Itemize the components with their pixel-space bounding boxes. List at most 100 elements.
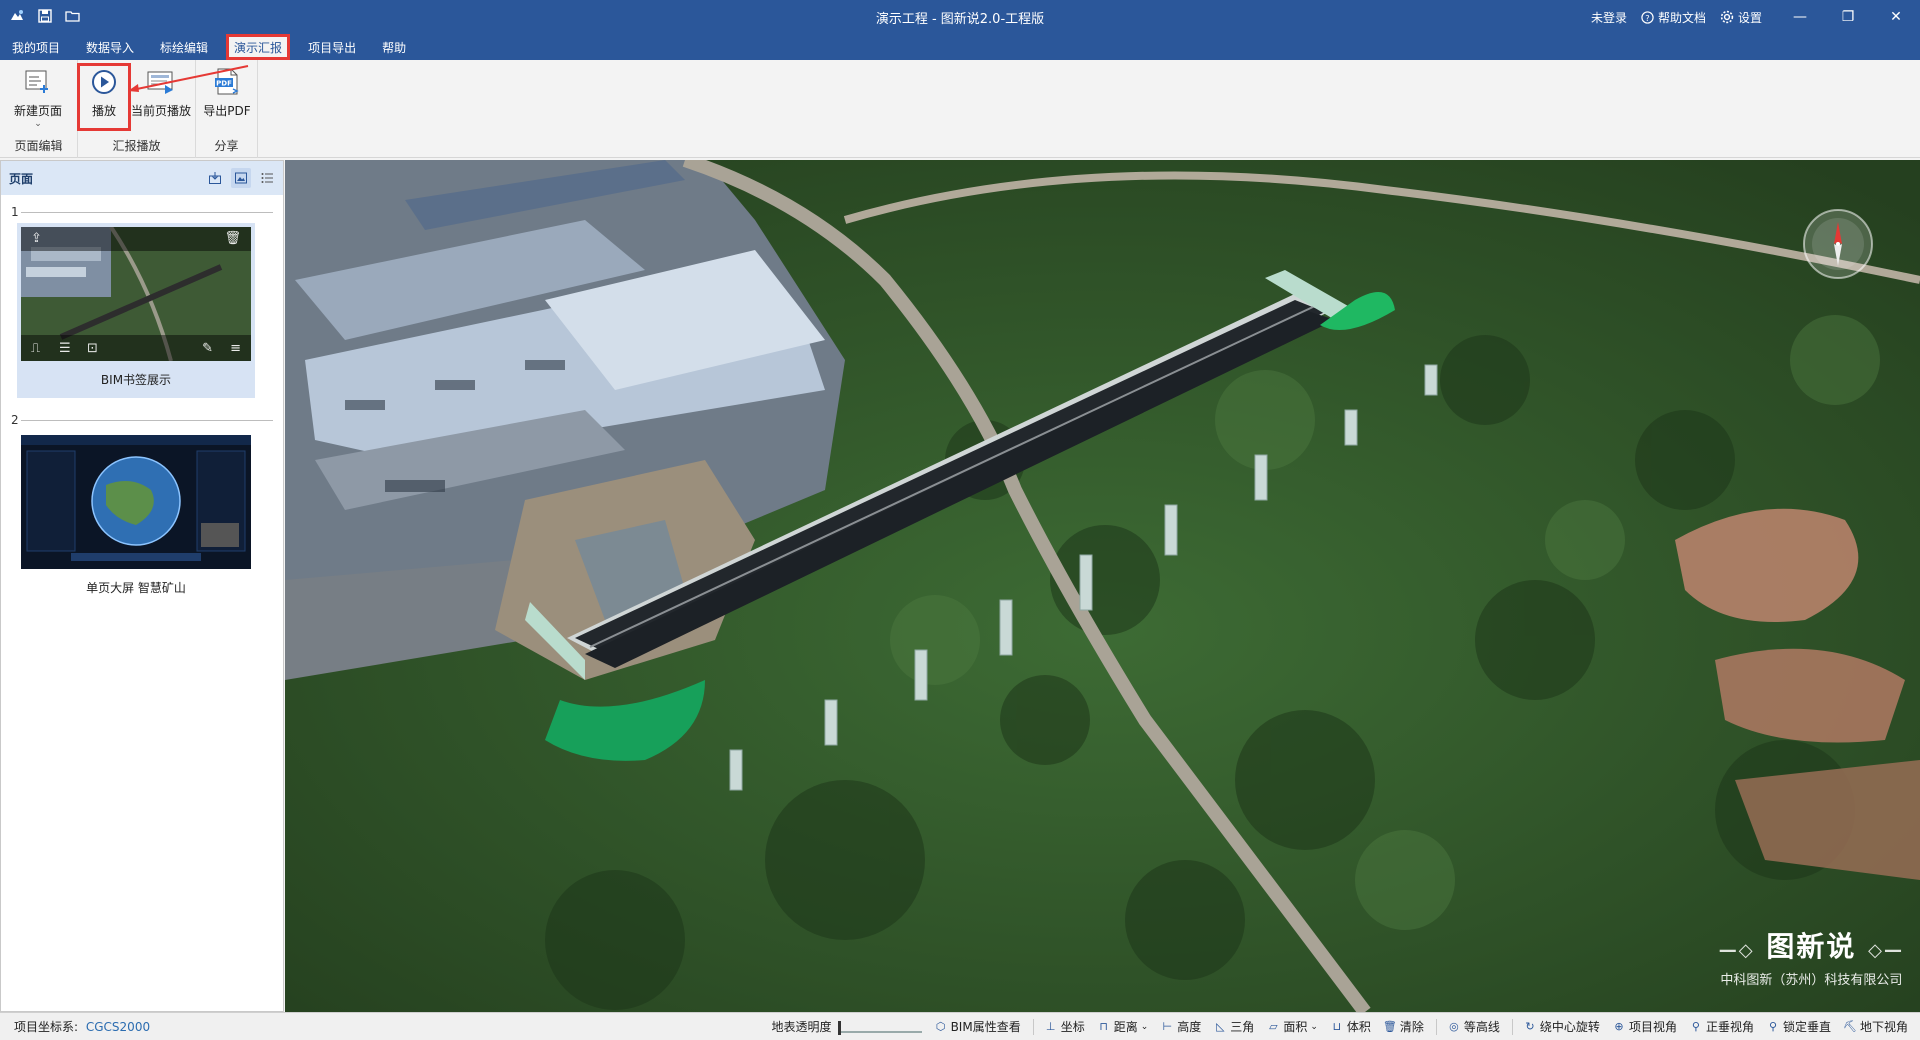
page-card-2[interactable]: 单页大屏 智慧矿山 xyxy=(17,431,255,606)
area-tool[interactable]: ▱ 面积 ⌄ xyxy=(1266,1018,1318,1035)
play-current-page-icon xyxy=(145,66,177,98)
underground-view-tool[interactable]: ⛏ 地下视角 xyxy=(1843,1018,1908,1035)
gear-icon xyxy=(1720,10,1734,24)
more-list-icon[interactable]: ≡ xyxy=(230,341,241,356)
menu-my-projects[interactable]: 我的项目 xyxy=(4,34,68,60)
map-viewport[interactable]: —◇ 图新说 ◇— 中科图新（苏州）科技有限公司 xyxy=(285,160,1920,1012)
export-pdf-label: 导出PDF xyxy=(203,104,251,118)
page-thumbnail[interactable] xyxy=(21,435,251,569)
edit-icon[interactable]: ✎ xyxy=(202,341,213,356)
page-card-1[interactable]: ⇪ 🗑 ⎍ ☰ ⊡ ✎ ≡ BIM书签展示 xyxy=(17,223,255,398)
vertical-view-label: 正垂视角 xyxy=(1705,1020,1754,1034)
new-page-button[interactable]: 新建页面 ⌄ xyxy=(11,66,65,129)
list-view-icon[interactable] xyxy=(257,168,277,188)
watermark-company: 中科图新（苏州）科技有限公司 xyxy=(1720,973,1903,988)
page-divider xyxy=(21,212,273,213)
volume-tool[interactable]: ⊔ 体积 xyxy=(1330,1018,1371,1035)
export-pdf-button[interactable]: PDF 导出PDF xyxy=(200,66,254,119)
page-number: 1 xyxy=(11,205,19,219)
page-name: 单页大屏 智慧矿山 xyxy=(86,581,186,595)
import-page-icon[interactable] xyxy=(205,168,225,188)
triangle-tool[interactable]: ◺ 三角 xyxy=(1213,1018,1254,1035)
menu-project-export[interactable]: 项目导出 xyxy=(300,34,364,60)
lock-vertical-tool[interactable]: ⚲ 锁定垂直 xyxy=(1766,1018,1831,1035)
help-doc-link[interactable]: ? 帮助文档 xyxy=(1641,9,1706,26)
distance-label: 距离 xyxy=(1113,1020,1138,1034)
volume-label: 体积 xyxy=(1346,1020,1371,1034)
close-button[interactable]: ✕ xyxy=(1872,0,1920,34)
pages-panel-title: 页面 xyxy=(9,171,34,186)
pdf-icon: PDF xyxy=(211,66,243,98)
page-thumbnail[interactable]: ⇪ 🗑 ⎍ ☰ ⊡ ✎ ≡ xyxy=(21,227,251,361)
coordinate-label: 坐标 xyxy=(1060,1020,1085,1034)
ribbon-group-page-edit: 新建页面 ⌄ 页面编辑 xyxy=(0,60,78,158)
lock-person-icon: ⚲ xyxy=(1768,1020,1777,1033)
chevron-down-icon[interactable]: ⌄ xyxy=(1310,1022,1318,1032)
opacity-label: 地表透明度 xyxy=(771,1020,832,1034)
login-link[interactable]: 未登录 xyxy=(1591,9,1627,26)
contour-icon: ◎ xyxy=(1449,1020,1459,1033)
height-tool[interactable]: ⊢ 高度 xyxy=(1160,1018,1201,1035)
clear-tool[interactable]: 🗑 清除 xyxy=(1383,1018,1424,1035)
contour-tool[interactable]: ◎ 等高线 xyxy=(1447,1018,1500,1035)
project-view-label: 项目视角 xyxy=(1628,1020,1677,1034)
underground-view-label: 地下视角 xyxy=(1859,1020,1908,1034)
thumbnail-view-icon[interactable] xyxy=(231,168,251,188)
distance-tool[interactable]: ⊓ 距离 ⌄ xyxy=(1097,1018,1149,1035)
play-label: 播放 xyxy=(91,104,116,118)
ribbon: 新建页面 ⌄ 页面编辑 播放 当前页播放 汇报播放 PDF 导出PDF 分享 xyxy=(0,60,1920,158)
vertical-view-tool[interactable]: ⚲ 正垂视角 xyxy=(1689,1018,1754,1035)
rotate-center-tool[interactable]: ↻ 绕中心旋转 xyxy=(1523,1018,1600,1035)
pages-panel: 页面 1 ⇪ 🗑 ⎍ ☰ ⊡ ✎ ≡ BIM书签展示 2 单页大屏 智慧矿山 xyxy=(0,160,284,1012)
menu-presentation[interactable]: 演示汇报 xyxy=(226,34,291,60)
area-icon: ▱ xyxy=(1269,1020,1278,1033)
coordinate-system: 项目坐标系: CGCS2000 xyxy=(14,1018,150,1035)
bookmark-icon[interactable]: ⎍ xyxy=(31,341,40,356)
new-page-label: 新建页面 xyxy=(13,104,62,118)
coordinate-tool[interactable]: ⊥ 坐标 xyxy=(1044,1018,1085,1035)
ruler-icon: ⊓ xyxy=(1099,1020,1109,1033)
rotate-center-label: 绕中心旋转 xyxy=(1539,1020,1600,1034)
rotate-icon: ↻ xyxy=(1525,1020,1535,1033)
group-label-page-edit: 页面编辑 xyxy=(14,139,63,153)
menu-help[interactable]: 帮助 xyxy=(374,34,414,60)
page-name: BIM书签展示 xyxy=(100,373,172,387)
menu-plot-edit[interactable]: 标绘编辑 xyxy=(152,34,216,60)
minimize-button[interactable]: — xyxy=(1776,0,1824,34)
settings-label: 设置 xyxy=(1737,10,1762,25)
play-button[interactable]: 播放 xyxy=(77,63,131,131)
bim-properties-tool[interactable]: ⬡ BIM属性查看 xyxy=(934,1018,1021,1035)
svg-text:?: ? xyxy=(1645,12,1649,22)
project-view-tool[interactable]: ⊕ 项目视角 xyxy=(1612,1018,1677,1035)
delete-icon[interactable]: 🗑 xyxy=(224,231,241,246)
bim-properties-label: BIM属性查看 xyxy=(950,1020,1021,1034)
share-icon[interactable]: ⇪ xyxy=(31,231,42,246)
opacity-slider[interactable] xyxy=(837,1020,922,1035)
coordinate-icon: ⊥ xyxy=(1045,1020,1056,1033)
dropdown-chevron-icon[interactable]: ⌄ xyxy=(34,119,42,129)
title-bar: 演示工程 - 图新说2.0-工程版 未登录 ? 帮助文档 设置 — ❐ ✕ xyxy=(0,0,1920,34)
separator xyxy=(1032,1018,1034,1035)
capture-image-icon[interactable]: ⊡ xyxy=(87,341,98,356)
group-label-playback: 汇报播放 xyxy=(112,139,161,153)
notes-icon[interactable]: ☰ xyxy=(59,341,71,356)
menu-data-import[interactable]: 数据导入 xyxy=(78,34,142,60)
crs-label: 项目坐标系: xyxy=(14,1020,79,1034)
compass-icon[interactable] xyxy=(1800,206,1876,282)
height-label: 高度 xyxy=(1177,1020,1202,1034)
separator xyxy=(1435,1018,1437,1035)
opacity-slider-handle[interactable] xyxy=(837,1020,841,1035)
chevron-down-icon[interactable]: ⌄ xyxy=(1141,1022,1149,1032)
volume-icon: ⊔ xyxy=(1332,1020,1342,1033)
play-current-page-button[interactable]: 当前页播放 xyxy=(128,66,194,119)
height-icon: ⊢ xyxy=(1162,1020,1173,1033)
new-page-icon xyxy=(22,66,54,98)
crs-value[interactable]: CGCS2000 xyxy=(86,1020,150,1034)
restore-button[interactable]: ❐ xyxy=(1824,0,1872,34)
triangle-icon: ◺ xyxy=(1216,1020,1225,1033)
settings-link[interactable]: 设置 xyxy=(1720,9,1762,26)
satellite-scene xyxy=(285,160,1920,1012)
separator xyxy=(1511,1018,1513,1035)
svg-text:PDF: PDF xyxy=(216,80,232,88)
ribbon-group-playback: 播放 当前页播放 汇报播放 xyxy=(77,60,196,158)
